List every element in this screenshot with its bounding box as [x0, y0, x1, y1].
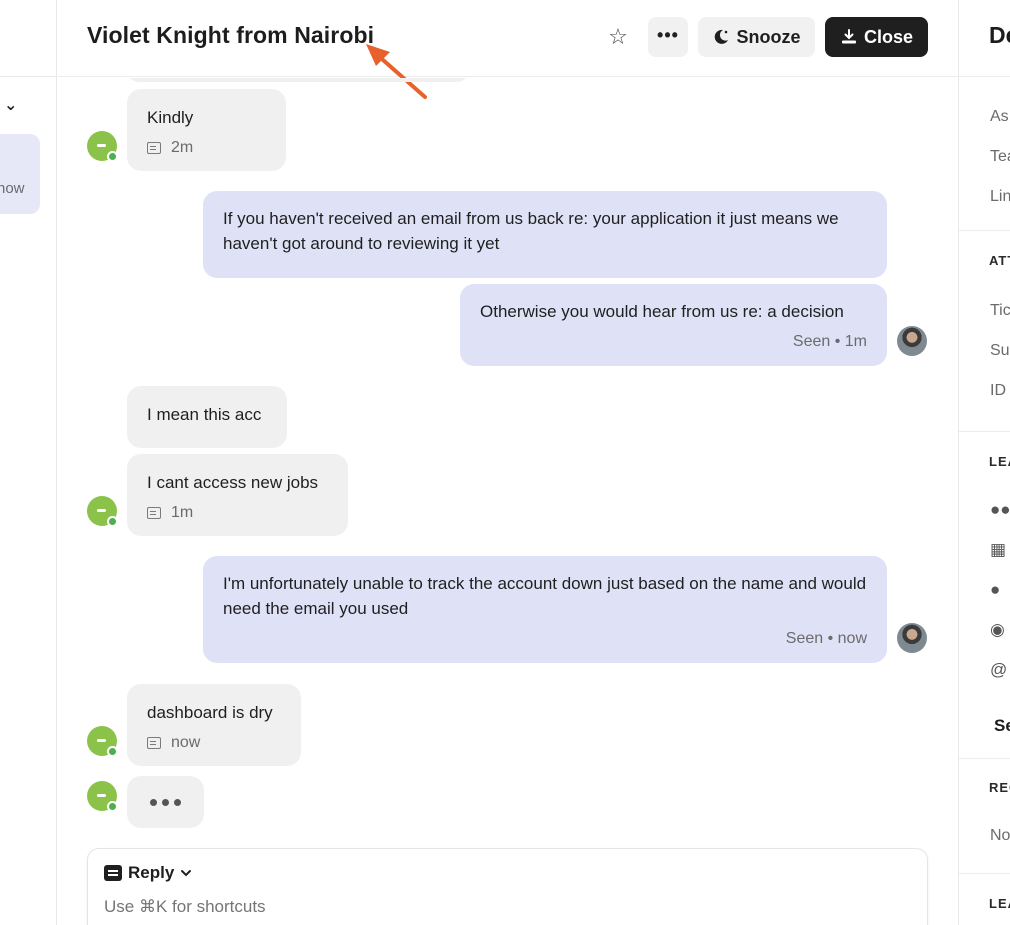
online-indicator [107, 151, 118, 162]
divider [959, 76, 1010, 77]
chevron-down-icon [181, 870, 192, 877]
online-indicator [107, 516, 118, 527]
attr-row-subject[interactable]: Su [990, 342, 1010, 360]
conversation-title: Violet Knight from Nairobi [87, 22, 375, 48]
message-bubble-outgoing: I'm unfortunately unable to track the ac… [203, 556, 887, 663]
message-bubble-partial [127, 78, 469, 82]
divider [959, 431, 1010, 432]
message-text: If you haven't received an email from us… [223, 209, 839, 253]
user-avatar[interactable] [87, 496, 118, 527]
at-icon: @ [990, 660, 1008, 679]
section-recent[interactable]: REC [989, 780, 1010, 795]
message-bubble-outgoing: If you haven't received an email from us… [203, 191, 887, 278]
conversation-time: now [0, 180, 25, 197]
user-avatar[interactable] [87, 131, 118, 162]
location-icon: ◉ [990, 620, 1005, 639]
see-all-button[interactable]: Se [994, 716, 1010, 736]
section-attributes[interactable]: ATT [989, 253, 1010, 268]
close-conversation-button[interactable]: Close [825, 17, 928, 57]
snooze-button[interactable]: Snooze [698, 17, 815, 57]
user-avatar[interactable] [87, 781, 118, 812]
details-panel: De As Tea Lin ATT Tic Su ID LEA ●● ▦ ● ◉… [958, 0, 1010, 925]
message-text: I mean this acc [147, 405, 262, 424]
message-bubble-incoming: dashboard is dry now [127, 684, 301, 766]
selected-conversation-item[interactable] [0, 134, 40, 214]
close-tray-icon [841, 29, 856, 44]
agent-avatar[interactable] [897, 623, 927, 653]
message-bubble-incoming: I mean this acc [127, 386, 287, 448]
star-icon[interactable]: ☆ [603, 22, 633, 52]
section-lead[interactable]: LEA [989, 454, 1010, 469]
building-icon: ▦ [990, 540, 1007, 559]
user-avatar[interactable] [87, 726, 118, 757]
chat-icon [147, 736, 161, 749]
message-bubble-incoming: I cant access new jobs 1m [127, 454, 348, 536]
moon-icon [715, 29, 729, 44]
conversation-list-rail: ⌄ now [0, 0, 57, 925]
agent-avatar[interactable] [897, 326, 927, 356]
message-text: dashboard is dry [147, 703, 273, 722]
divider [959, 758, 1010, 759]
close-label: Close [863, 26, 914, 47]
message-time: 1m [171, 504, 194, 521]
message-text: I'm unfortunately unable to track the ac… [223, 574, 867, 618]
person-icon: ● [990, 580, 1001, 599]
details-row-team[interactable]: Tea [990, 148, 1010, 166]
chevron-down-icon[interactable]: ⌄ [4, 98, 17, 114]
online-indicator [107, 746, 118, 757]
chat-icon [147, 506, 161, 519]
seen-status: Seen • now [785, 630, 867, 647]
message-meta: now [147, 730, 281, 755]
details-row-assignee[interactable]: As [990, 108, 1009, 126]
reply-mode-selector[interactable]: Reply [104, 863, 192, 883]
message-meta: Seen • 1m [480, 329, 867, 354]
more-options-button[interactable]: ••• [648, 17, 688, 57]
message-text: I cant access new jobs [147, 473, 319, 492]
section-lead-2[interactable]: LEA [989, 896, 1010, 911]
message-meta: Seen • now [223, 626, 867, 651]
message-meta: 1m [147, 500, 328, 525]
reply-icon [104, 865, 122, 881]
message-bubble-outgoing: Otherwise you would hear from us re: a d… [460, 284, 887, 366]
message-time: 2m [171, 139, 194, 156]
recent-empty-text: No [990, 827, 1010, 844]
message-meta: 2m [147, 135, 266, 160]
seen-status: Seen • 1m [792, 333, 867, 350]
attr-row-id[interactable]: ID [990, 382, 1006, 400]
typing-indicator [127, 776, 204, 828]
message-text: Otherwise you would hear from us re: a d… [480, 302, 844, 321]
reply-input[interactable] [104, 897, 904, 917]
reply-composer[interactable]: Reply [87, 848, 928, 925]
people-icon: ●● [990, 500, 1010, 519]
conversation-thread: Kindly 2m If you haven't received an ema… [58, 78, 957, 925]
message-bubble-incoming: Kindly 2m [127, 89, 286, 171]
reply-mode-label: Reply [128, 863, 175, 882]
snooze-label: Snooze [736, 26, 801, 47]
message-text: Kindly [147, 108, 194, 127]
chat-icon [147, 141, 161, 154]
conversation-header: Violet Knight from Nairobi ☆ ••• Snooze … [58, 0, 957, 77]
divider [959, 873, 1010, 874]
attr-row-ticket[interactable]: Tic [990, 302, 1010, 320]
rail-header [0, 0, 56, 77]
details-title: De [989, 22, 1010, 48]
divider [959, 230, 1010, 231]
details-row-links[interactable]: Lin [990, 188, 1010, 206]
online-indicator [107, 801, 118, 812]
message-time: now [171, 734, 201, 751]
